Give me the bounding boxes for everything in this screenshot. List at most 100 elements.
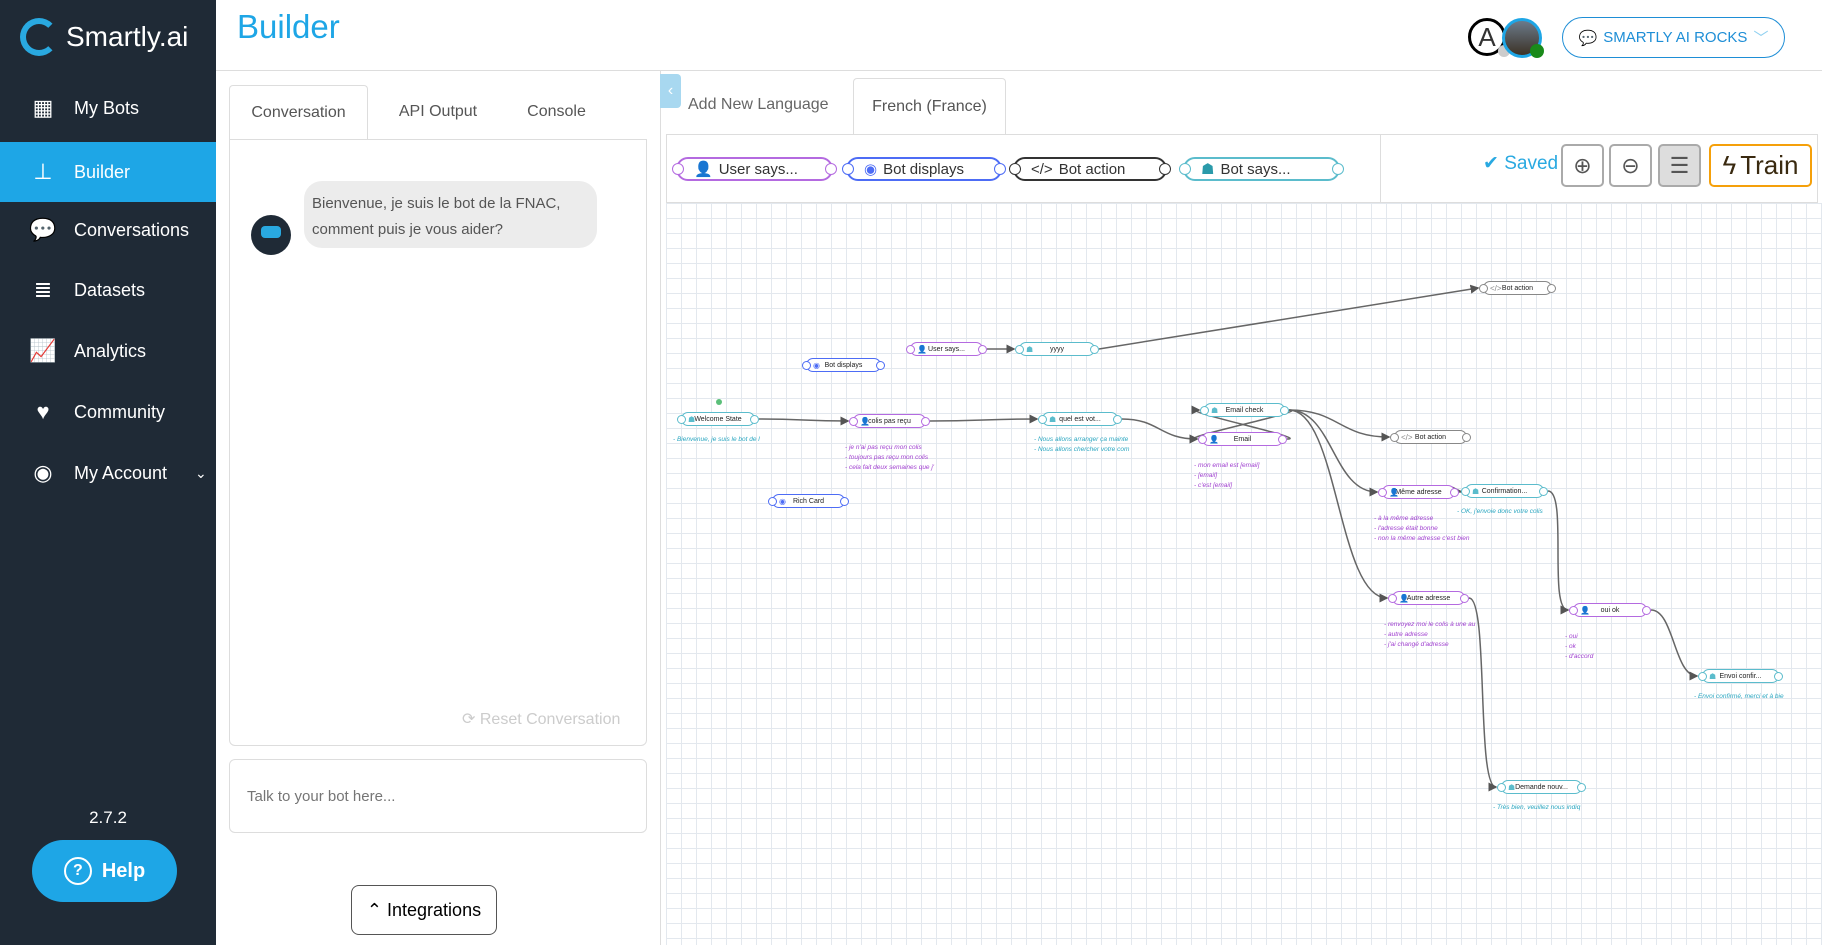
collapse-panel-button[interactable]: ‹ — [660, 74, 681, 108]
sidebar-item-label: Analytics — [74, 340, 147, 361]
code-icon: </> — [1031, 160, 1053, 178]
help-button[interactable]: ? Help — [32, 840, 177, 902]
flow-node-action[interactable]: </> Bot action — [1479, 281, 1556, 295]
flow-node-says[interactable]: ☗ Envoi confir... — [1698, 669, 1783, 683]
integrations-label: Integrations — [387, 899, 482, 920]
flow-node-displays[interactable]: ◉ Rich Card — [768, 494, 849, 508]
flow-node-says[interactable]: ☗ Welcome State — [677, 412, 759, 426]
flow-edge — [1547, 490, 1570, 615]
bot-says-chip[interactable]: ☗ Bot says... — [1179, 157, 1344, 181]
node-label: Welcome State — [694, 415, 742, 423]
train-button[interactable]: ϟ Train — [1709, 144, 1812, 187]
chat-icon: 💬 — [1578, 29, 1598, 47]
node-label: yyyy — [1050, 345, 1064, 353]
tab-api-output[interactable]: API Output — [376, 85, 500, 139]
node-utterance: - ok — [1565, 643, 1576, 650]
flow-node-says[interactable]: ☗ Confirmation... — [1461, 484, 1548, 498]
sidebar-item-builder[interactable]: ⊥ Builder — [0, 142, 216, 202]
tab-conversation[interactable]: Conversation — [229, 85, 368, 139]
chip-label: Bot says... — [1220, 160, 1291, 178]
displays-node-icon: ◉ — [779, 496, 786, 506]
flow-node-action[interactable]: </> Bot action — [1390, 430, 1471, 444]
chevron-down-icon: ﹀ — [1753, 30, 1769, 47]
chat-input[interactable] — [229, 759, 647, 833]
zoom-in-button[interactable]: ⊕ — [1561, 144, 1604, 187]
reset-conversation-button[interactable]: ⟳ Reset Conversation — [462, 709, 620, 729]
node-label: Bot action — [1501, 284, 1534, 292]
sidebar-item-conversations[interactable]: 💬 Conversations — [0, 200, 216, 260]
avatar-letter: A — [1478, 21, 1496, 52]
flow-canvas[interactable]: </> Bot action 👤 User says... ☗ yyyy ◉ Bot disp… — [666, 203, 1822, 945]
node-label: Email — [1233, 435, 1252, 443]
align-right-icon: ☰ — [1669, 152, 1690, 178]
chat-icon: 💬 — [29, 217, 57, 242]
tab-french[interactable]: French (France) — [853, 78, 1006, 135]
reset-label: Reset Conversation — [479, 711, 621, 728]
flow-edge — [1650, 609, 1699, 681]
question-icon: ? — [63, 857, 92, 885]
toolbar-divider — [1380, 134, 1381, 203]
sidebar-item-label: Community — [74, 401, 166, 422]
sidebar-item-analytics[interactable]: 📈 Analytics — [0, 321, 216, 381]
flow-node-says[interactable]: ☗ yyyy — [1015, 342, 1099, 356]
sidebar-item-my-bots[interactable]: ▦ My Bots — [0, 78, 216, 138]
user-circle-icon: ◉ — [33, 460, 53, 485]
node-utterance: - d'accord — [1565, 653, 1594, 660]
bot-selector[interactable]: 💬 SMARTLY AI ROCKS ﹀ — [1562, 17, 1785, 58]
sidebar-item-my-account[interactable]: ◉ My Account ⌄ — [0, 443, 216, 503]
node-label: quel est vot... — [1059, 415, 1101, 423]
help-label: Help — [101, 859, 146, 882]
node-utterance: - l'adresse était bonne — [1374, 525, 1438, 532]
flow-node-user[interactable]: 👤 colis pas reçu — [849, 414, 930, 428]
node-utterance: - [email] — [1194, 472, 1218, 479]
user-node-icon: 👤 — [1389, 487, 1399, 497]
zoom-out-icon: ⊖ — [1621, 152, 1640, 178]
flow-node-user[interactable]: 👤 Autre adresse — [1388, 591, 1469, 605]
flow-node-displays[interactable]: ◉ Bot displays — [802, 358, 885, 372]
node-label: oui ok — [1600, 606, 1620, 614]
says-node-icon: ☗ — [1709, 671, 1717, 681]
logo-icon — [20, 18, 58, 56]
flow-node-says[interactable]: ☗ Email check — [1200, 403, 1289, 417]
displays-node-icon: ◉ — [813, 360, 820, 370]
sitemap-icon: ⊥ — [33, 159, 53, 184]
flow-node-user[interactable]: 👤 User says... — [906, 342, 987, 356]
node-label: Email check — [1225, 406, 1264, 414]
chevron-up-icon: ⌃ — [366, 899, 388, 920]
check-icon: ✔ — [1483, 153, 1505, 174]
bot-action-chip[interactable]: </> Bot action — [1009, 157, 1171, 181]
align-button[interactable]: ☰ — [1658, 144, 1701, 187]
zoom-out-button[interactable]: ⊖ — [1609, 144, 1652, 187]
user-says-chip[interactable]: 👤 User says... — [672, 157, 837, 181]
bolt-icon: ϟ — [1722, 150, 1737, 180]
sidebar-item-community[interactable]: ♥ Community — [0, 382, 216, 442]
tab-label: Conversation — [251, 103, 346, 121]
flow-edge — [1288, 409, 1379, 497]
node-utterance: - mon email est [email] — [1194, 462, 1260, 469]
integrations-button[interactable]: ⌃ Integrations — [351, 885, 497, 935]
node-label: Demande nouv... — [1515, 783, 1568, 791]
node-label: User says... — [928, 345, 965, 353]
chevron-down-icon: ⌄ — [195, 464, 207, 481]
chip-label: User says... — [718, 160, 798, 178]
node-utterance: - c'est [email] — [1194, 482, 1233, 489]
flow-node-says[interactable]: ☗ quel est vot... — [1038, 412, 1122, 426]
sidebar-item-label: Builder — [74, 161, 131, 182]
brand-name: Smartly.ai — [66, 21, 189, 52]
node-utterance: - oui — [1565, 633, 1578, 640]
action-node-icon: </> — [1401, 432, 1413, 442]
bot-displays-chip[interactable]: ◉ Bot displays — [842, 157, 1006, 181]
flow-node-says[interactable]: ☗ Demande nouv... — [1497, 780, 1586, 794]
sidebar-item-datasets[interactable]: ≣ Datasets — [0, 260, 216, 320]
sidebar-item-label: Conversations — [74, 219, 190, 240]
flow-node-user[interactable]: 👤 oui ok — [1569, 603, 1651, 617]
user-icon: 👤 — [694, 161, 713, 178]
node-utterance: - non la même adresse c'est bien — [1374, 535, 1470, 542]
user-node-icon: 👤 — [1209, 434, 1219, 444]
flow-node-user[interactable]: 👤 Email — [1198, 432, 1287, 446]
add-language-tab[interactable]: Add New Language — [688, 96, 829, 114]
tab-console[interactable]: Console — [505, 85, 608, 139]
node-label: Autre adresse — [1406, 594, 1451, 602]
flow-node-user[interactable]: 👤 Même adresse — [1378, 485, 1459, 499]
smartly-logo[interactable]: Smartly.ai — [20, 18, 188, 56]
